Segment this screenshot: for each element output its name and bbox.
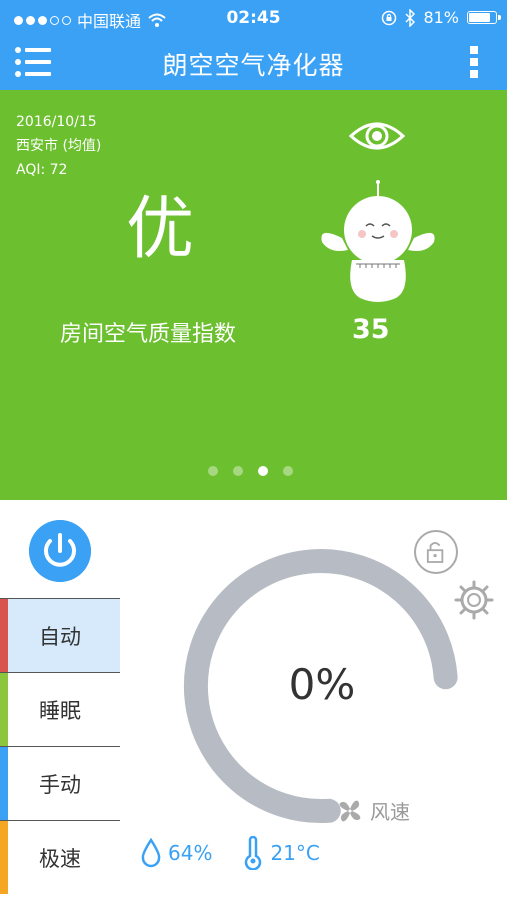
more-vertical-icon[interactable] [467,44,481,80]
humidity-reading: 64% [140,836,212,870]
page-indicator[interactable] [208,466,293,476]
mode-button[interactable]: 睡眠 [0,672,120,746]
fan-speed-percent: 0% [288,660,356,709]
page-dot[interactable] [233,466,243,476]
page-dot[interactable] [258,466,268,476]
mode-label: 自动 [39,624,81,649]
mode-color-bar [0,673,8,746]
humidity-value: 64% [168,841,213,865]
mode-list: 自动 睡眠 手动 极速 [0,598,120,894]
page-title: 朗空空气净化器 [162,51,345,80]
index-label: 房间空气质量指数 [60,322,237,347]
mode-color-bar [0,747,8,820]
mode-color-bar [0,599,8,672]
fan-speed-gauge[interactable]: 0% [172,536,472,836]
temperature-reading: 21°C [242,836,320,870]
sensor-readings: 64% 21°C [140,836,320,870]
page-dot[interactable] [283,466,293,476]
index-value: 35 [352,314,390,345]
date-text: 2016/10/15 [16,114,97,130]
orientation-lock-icon [382,10,397,25]
location-info: 2016/10/15 西安市 (均值) AQI: 72 [16,110,101,182]
mode-label: 手动 [39,772,81,797]
mode-button[interactable]: 极速 [0,820,120,894]
location-text: 西安市 (均值) [16,138,102,154]
mode-button[interactable]: 自动 [0,598,120,672]
bluetooth-icon [405,8,416,27]
air-quality-level: 优 [126,190,195,269]
nav-bar: 朗空空气净化器 [0,36,507,90]
battery-icon [467,11,501,24]
mascot-illustration [321,180,435,302]
fan-speed-label: 风速 [336,796,410,825]
battery-percent: 81% [423,8,459,27]
power-button[interactable] [29,520,91,582]
water-drop-icon [141,838,161,868]
eye-icon[interactable] [348,118,406,154]
mode-button[interactable]: 手动 [0,746,120,820]
fan-icon [339,800,361,821]
status-bar: 中国联通 02:45 81% [0,0,507,36]
aqi-text: AQI: 72 [16,162,68,178]
mode-label: 睡眠 [39,698,81,723]
fan-label-text: 风速 [370,800,410,824]
status-right: 81% [381,8,501,27]
thermometer-icon [245,836,262,870]
temperature-value: 21°C [270,841,320,865]
mode-color-bar [0,821,8,894]
mode-label: 极速 [39,846,81,871]
air-quality-panel[interactable]: 2016/10/15 西安市 (均值) AQI: 72 优 房间空气质量指数 3… [0,90,507,500]
page-dot[interactable] [208,466,218,476]
